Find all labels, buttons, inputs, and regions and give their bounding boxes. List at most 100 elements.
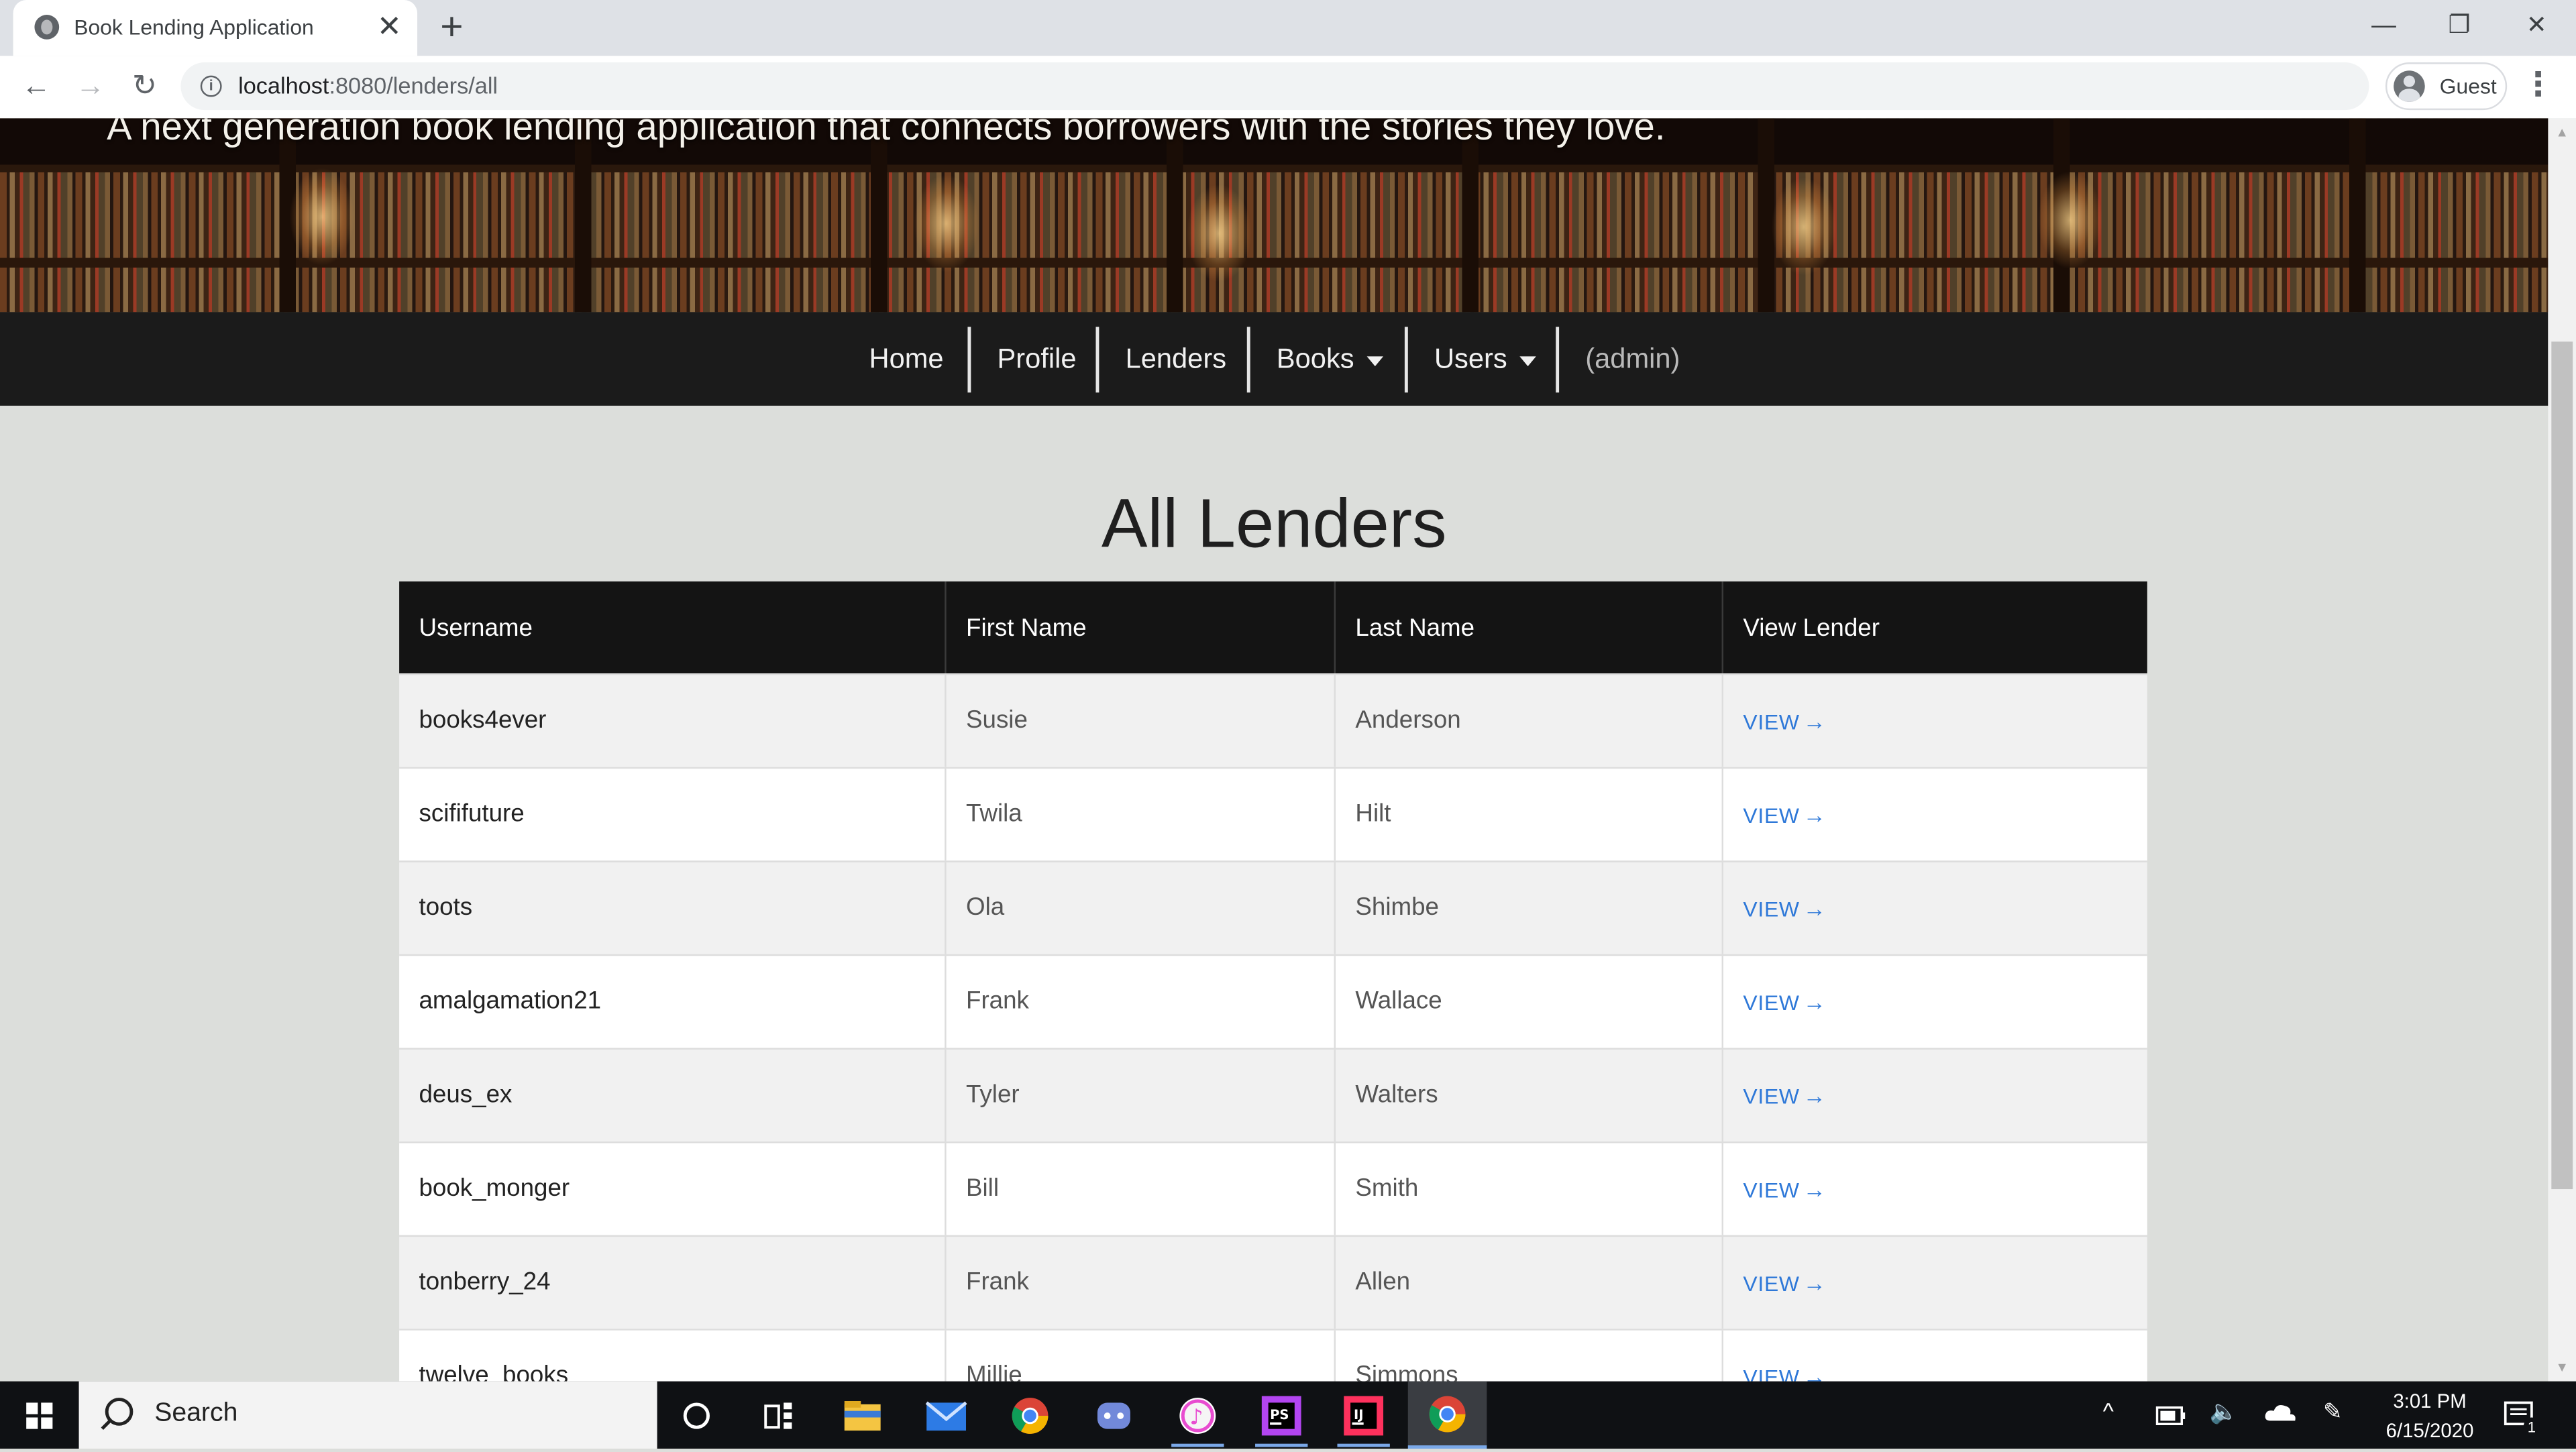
itunes-icon[interactable]: ♪: [1170, 1391, 1226, 1447]
phpstorm-icon[interactable]: PS: [1254, 1391, 1309, 1447]
caret-down-icon: [1520, 355, 1537, 366]
table-row: toots Ola Shimbe VIEW →: [399, 860, 2147, 954]
cell-view: VIEW →: [1723, 1237, 2147, 1329]
taskbar-search-label: Search: [154, 1399, 238, 1428]
reload-icon[interactable]: ↻: [123, 64, 166, 107]
mail-icon[interactable]: [918, 1391, 974, 1440]
chrome-active-icon[interactable]: [1407, 1381, 1487, 1449]
svg-text:♪: ♪: [1189, 1404, 1203, 1429]
file-explorer-icon[interactable]: [835, 1391, 890, 1440]
cell-view: VIEW →: [1723, 956, 2147, 1048]
url-host: localhost: [238, 72, 329, 99]
address-bar[interactable]: i localhost:8080/lenders/all: [180, 62, 2369, 111]
onedrive-icon[interactable]: [2264, 1401, 2297, 1429]
cell-username: twelve_books: [399, 1330, 947, 1382]
view-lender-link[interactable]: VIEW →: [1743, 1082, 1826, 1109]
nav-admin-label: (admin): [1585, 343, 1680, 375]
view-lender-link[interactable]: VIEW →: [1743, 801, 1826, 828]
nav-profile[interactable]: Profile: [998, 312, 1077, 406]
browser-tab[interactable]: Book Lending Application ✕: [13, 0, 418, 56]
candle-glow: [289, 167, 355, 266]
info-icon[interactable]: i: [200, 75, 222, 97]
cell-username: deus_ex: [399, 1049, 947, 1142]
minimize-icon[interactable]: —: [2359, 7, 2408, 46]
search-icon: [105, 1398, 133, 1426]
close-window-icon[interactable]: ✕: [2512, 7, 2561, 46]
chrome-icon[interactable]: [1002, 1391, 1058, 1440]
nav-books-label: Books: [1276, 343, 1354, 375]
table-row: books4ever Susie Anderson VIEW →: [399, 673, 2147, 767]
cortana-icon[interactable]: [669, 1391, 724, 1440]
main-nav: Home Profile Lenders Books Users (admin): [0, 312, 2548, 406]
cell-username: amalgamation21: [399, 956, 947, 1048]
view-label: VIEW: [1743, 1365, 1800, 1382]
cell-view: VIEW →: [1723, 769, 2147, 860]
pen-icon[interactable]: ✎: [2323, 1398, 2343, 1426]
table-row: book_monger Bill Smith VIEW →: [399, 1141, 2147, 1235]
restore-icon[interactable]: ❐: [2434, 7, 2483, 46]
browser-menu-icon[interactable]: ⋮: [2520, 66, 2557, 105]
cell-view: VIEW →: [1723, 862, 2147, 954]
cell-last-name: Anderson: [1336, 675, 1724, 767]
caret-down-icon: [1367, 355, 1384, 366]
nav-divider: [1556, 327, 1560, 393]
candle-glow: [2037, 170, 2103, 270]
table-row: scififuture Twila Hilt VIEW →: [399, 767, 2147, 861]
view-lender-link[interactable]: VIEW →: [1743, 708, 1826, 734]
cell-first-name: Frank: [947, 1237, 1336, 1329]
globe-icon: [34, 15, 60, 40]
svg-text:PS: PS: [1270, 1407, 1289, 1422]
scrollbar-thumb[interactable]: [2551, 341, 2573, 1190]
view-lender-link[interactable]: VIEW →: [1743, 1270, 1826, 1296]
running-indicator: [1171, 1443, 1224, 1447]
cell-username: scififuture: [399, 769, 947, 861]
show-hidden-icons-icon[interactable]: ^: [2103, 1398, 2114, 1424]
view-label: VIEW: [1743, 1177, 1800, 1203]
candle-glow: [1186, 184, 1252, 283]
view-lender-link[interactable]: VIEW →: [1743, 895, 1826, 922]
nav-home[interactable]: Home: [869, 312, 944, 406]
discord-icon[interactable]: [1086, 1391, 1142, 1440]
view-lender-link[interactable]: VIEW →: [1743, 1176, 1826, 1203]
new-tab-button[interactable]: +: [432, 5, 472, 51]
page-scrollbar[interactable]: ▲ ▼: [2548, 118, 2576, 1382]
cell-username: toots: [399, 862, 947, 954]
intellij-icon[interactable]: IJ: [1336, 1391, 1391, 1447]
view-label: VIEW: [1743, 897, 1800, 922]
view-lender-link[interactable]: VIEW →: [1743, 989, 1826, 1015]
cell-view: VIEW →: [1723, 1143, 2147, 1235]
volume-icon[interactable]: 🔈: [2210, 1398, 2239, 1426]
task-view-icon[interactable]: [751, 1391, 806, 1440]
url-path: :8080/lenders/all: [329, 72, 498, 99]
scroll-down-icon[interactable]: ▼: [2548, 1353, 2576, 1382]
nav-users-dropdown[interactable]: Users: [1434, 312, 1537, 406]
browser-tab-strip: Book Lending Application ✕ + — ❐ ✕: [0, 0, 2576, 56]
start-button[interactable]: [0, 1382, 79, 1449]
cell-first-name: Millie: [947, 1330, 1336, 1382]
back-icon[interactable]: ←: [15, 64, 58, 107]
bookshelf-banner: A next generation book lending applicati…: [0, 118, 2548, 313]
close-tab-icon[interactable]: ✕: [374, 10, 404, 43]
battery-icon[interactable]: [2155, 1404, 2188, 1431]
cell-view: VIEW →: [1723, 675, 2147, 767]
forward-icon[interactable]: →: [69, 64, 112, 107]
windows-taskbar: Search ♪ PS IJ ^ 🔈 ✎ 3:01 PM 6/15/2020 1: [0, 1381, 2576, 1449]
cell-view: VIEW →: [1723, 1331, 2147, 1382]
cell-last-name: Simmons: [1336, 1330, 1724, 1382]
table-row: twelve_books Millie Simmons VIEW →: [399, 1329, 2147, 1382]
cell-first-name: Tyler: [947, 1049, 1336, 1142]
view-lender-link[interactable]: VIEW →: [1743, 1363, 1826, 1382]
taskbar-search[interactable]: Search: [78, 1381, 657, 1449]
nav-books-dropdown[interactable]: Books: [1277, 312, 1384, 406]
view-label: VIEW: [1743, 990, 1800, 1015]
system-clock[interactable]: 3:01 PM 6/15/2020: [2366, 1386, 2494, 1445]
avatar-icon: [2394, 70, 2425, 102]
cell-first-name: Ola: [947, 862, 1336, 954]
column-header-last-name: Last Name: [1336, 581, 1724, 674]
profile-button[interactable]: Guest: [2385, 62, 2508, 111]
clock-date: 6/15/2020: [2385, 1418, 2474, 1443]
cell-first-name: Frank: [947, 956, 1336, 1048]
scroll-up-icon[interactable]: ▲: [2548, 118, 2576, 146]
nav-lenders[interactable]: Lenders: [1126, 312, 1226, 406]
cell-username: tonberry_24: [399, 1237, 947, 1329]
